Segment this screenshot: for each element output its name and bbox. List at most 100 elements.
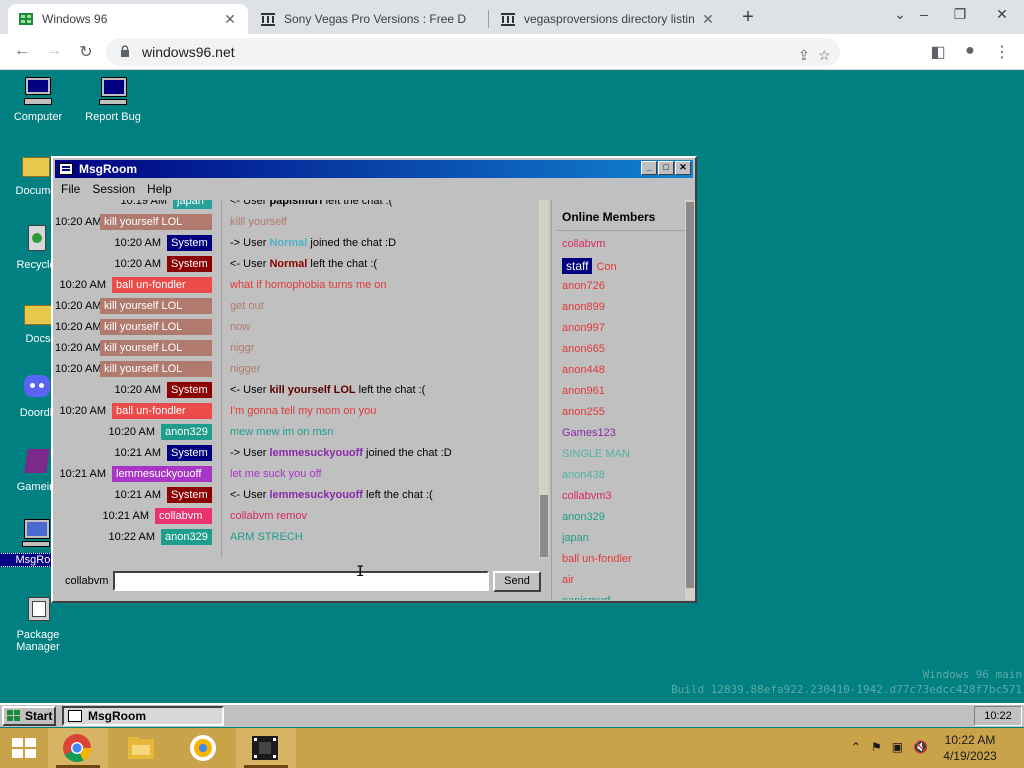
message-nickname-badge[interactable]: anon329 xyxy=(161,424,212,440)
chat-log[interactable]: 10:19 AM japan <- User papismurf left the … xyxy=(55,200,549,558)
message-text: I'm gonna tell my mom on you xyxy=(230,405,376,417)
member-list-item[interactable]: anon726 xyxy=(562,280,605,292)
video-editor-icon xyxy=(252,736,278,760)
menu-help[interactable]: Help xyxy=(141,180,178,198)
share-icon[interactable]: ⇪ xyxy=(798,47,810,64)
chat-message-row: 10:20 AM ball un-fondler I'm gonna tell my… xyxy=(55,401,535,422)
windows-start-icon[interactable] xyxy=(8,736,40,760)
menu-session[interactable]: Session xyxy=(86,180,141,198)
minimize-icon[interactable]: – xyxy=(914,6,934,22)
new-tab-icon[interactable]: + xyxy=(738,6,758,29)
members-scrollbar-thumb[interactable] xyxy=(686,202,694,588)
message-text-prefix: <- User xyxy=(230,384,270,396)
side-panel-icon[interactable]: ◧ xyxy=(928,42,948,62)
window-minimize-button[interactable]: _ xyxy=(641,161,657,175)
message-text: killl yourself xyxy=(230,216,287,228)
menu-file[interactable]: File xyxy=(55,180,86,198)
message-nickname-badge[interactable]: System xyxy=(167,487,212,503)
member-list-item[interactable]: collabvm xyxy=(562,238,605,250)
member-list-item[interactable]: SINGLE MAN xyxy=(562,448,630,460)
message-input[interactable] xyxy=(113,571,489,591)
message-timestamp: 10:22 AM xyxy=(108,531,155,543)
pinned-file-explorer[interactable] xyxy=(112,728,172,768)
tab-separator xyxy=(488,10,489,28)
tab-search-chevron-icon[interactable]: ⌄ xyxy=(890,6,910,23)
flag-icon[interactable]: ⚑ xyxy=(871,740,882,754)
member-list-item[interactable]: anon899 xyxy=(562,301,605,313)
member-list-item[interactable]: anon255 xyxy=(562,406,605,418)
member-list-item[interactable]: japan xyxy=(562,532,589,544)
member-list-item[interactable]: anon665 xyxy=(562,343,605,355)
tab-vegas-directory[interactable]: vegasproversions directory listin ✕ xyxy=(490,4,726,34)
message-nickname-badge[interactable]: collabvm xyxy=(155,508,212,524)
tab-windows96[interactable]: Windows 96 ✕ xyxy=(8,4,248,34)
window-maximize-button[interactable]: □ xyxy=(658,161,674,175)
member-list-item[interactable]: anon997 xyxy=(562,322,605,334)
tab-close-icon[interactable]: ✕ xyxy=(222,11,238,28)
forward-arrow-icon[interactable]: → xyxy=(44,42,64,60)
message-text: <- User papismurf left the chat :( xyxy=(230,200,392,207)
member-list-item[interactable]: air xyxy=(562,574,574,586)
message-nickname-badge[interactable]: kill yourself LOL xyxy=(100,361,212,377)
member-list-item[interactable]: Games123 xyxy=(562,427,616,439)
desktop-icon-computer[interactable]: Computer xyxy=(0,75,76,123)
message-nickname-badge[interactable]: kill yourself LOL xyxy=(100,319,212,335)
chat-message-row: 10:20 AM kill yourself LOL nigger xyxy=(55,359,535,380)
network-icon[interactable]: ▣ xyxy=(892,740,903,754)
reload-icon[interactable]: ↻ xyxy=(76,42,96,62)
message-nickname-badge[interactable]: System xyxy=(167,256,212,272)
menu-kebab-icon[interactable]: ⋮ xyxy=(992,42,1012,62)
member-list-item[interactable]: anon961 xyxy=(562,385,605,397)
tab-title: Windows 96 xyxy=(42,12,108,26)
pinned-app[interactable] xyxy=(174,728,234,768)
address-bar[interactable]: windows96.net ⇪ ☆ xyxy=(106,38,840,66)
message-nickname-badge[interactable]: System xyxy=(167,382,212,398)
member-list-item[interactable]: collabvm3 xyxy=(562,490,612,502)
message-nickname-badge[interactable]: kill yourself LOL xyxy=(100,298,212,314)
members-scrollbar[interactable] xyxy=(685,200,695,600)
message-timestamp: 10:20 AM xyxy=(114,258,161,270)
message-nickname-badge[interactable]: lemmesuckyouoff xyxy=(112,466,212,482)
send-button[interactable]: Send xyxy=(493,571,541,592)
bookmark-star-icon[interactable]: ☆ xyxy=(818,47,831,64)
message-nickname-badge[interactable]: kill yourself LOL xyxy=(100,214,212,230)
message-nickname-badge[interactable]: japan xyxy=(173,200,212,209)
message-nickname-badge[interactable]: kill yourself LOL xyxy=(100,340,212,356)
taskbar-item-msgroom[interactable]: MsgRoom xyxy=(62,706,224,726)
message-text-suffix: left the chat :( xyxy=(362,489,433,501)
window-close-button[interactable]: ✕ xyxy=(675,161,691,175)
tab-close-icon[interactable]: ✕ xyxy=(700,11,716,28)
message-text-suffix: joined the chat :D xyxy=(362,447,452,459)
w96-clock[interactable]: 10:22 xyxy=(974,706,1022,726)
folder-icon xyxy=(20,149,52,181)
member-list-item[interactable]: staff Con xyxy=(562,258,617,274)
message-nickname-badge[interactable]: System xyxy=(167,235,212,251)
desktop-icon-report-bug[interactable]: Report Bug xyxy=(75,75,151,123)
chat-scrollbar-thumb[interactable] xyxy=(540,495,548,557)
pinned-chrome[interactable] xyxy=(48,728,108,768)
member-list-item[interactable]: papismurf xyxy=(562,595,610,600)
message-nickname-badge[interactable]: ball un-fondler xyxy=(112,403,212,419)
start-button[interactable]: Start xyxy=(2,706,56,726)
back-arrow-icon[interactable]: ← xyxy=(12,42,32,60)
message-nickname-badge[interactable]: System xyxy=(167,445,212,461)
tab-sony-vegas[interactable]: Sony Vegas Pro Versions : Free D xyxy=(250,4,484,34)
member-list-item[interactable]: ball un-fondler xyxy=(562,553,632,565)
member-list-item[interactable]: anon438 xyxy=(562,469,605,481)
chat-message-row: 10:21 AM lemmesuckyouoff let me suck you o… xyxy=(55,464,535,485)
member-list-item[interactable]: anon329 xyxy=(562,511,605,523)
message-nickname-badge[interactable]: anon329 xyxy=(161,529,212,545)
member-list-item[interactable]: anon448 xyxy=(562,364,605,376)
profile-avatar-icon[interactable]: ● xyxy=(960,42,980,60)
restore-icon[interactable]: ❐ xyxy=(950,6,970,23)
pinned-video-app[interactable] xyxy=(236,728,296,768)
close-window-icon[interactable]: ✕ xyxy=(992,6,1012,23)
archive-favicon-icon xyxy=(501,13,515,26)
volume-muted-icon[interactable]: 🔇 xyxy=(913,740,928,754)
windows-clock[interactable]: 10:22 AM 4/19/2023 xyxy=(934,732,1006,764)
chat-scrollbar[interactable] xyxy=(539,200,549,558)
window-titlebar[interactable]: MsgRoom xyxy=(55,160,693,178)
message-nickname-badge[interactable]: ball un-fondler xyxy=(112,277,212,293)
lock-icon[interactable] xyxy=(120,45,130,58)
tray-chevron-icon[interactable]: ⌃ xyxy=(851,740,861,754)
